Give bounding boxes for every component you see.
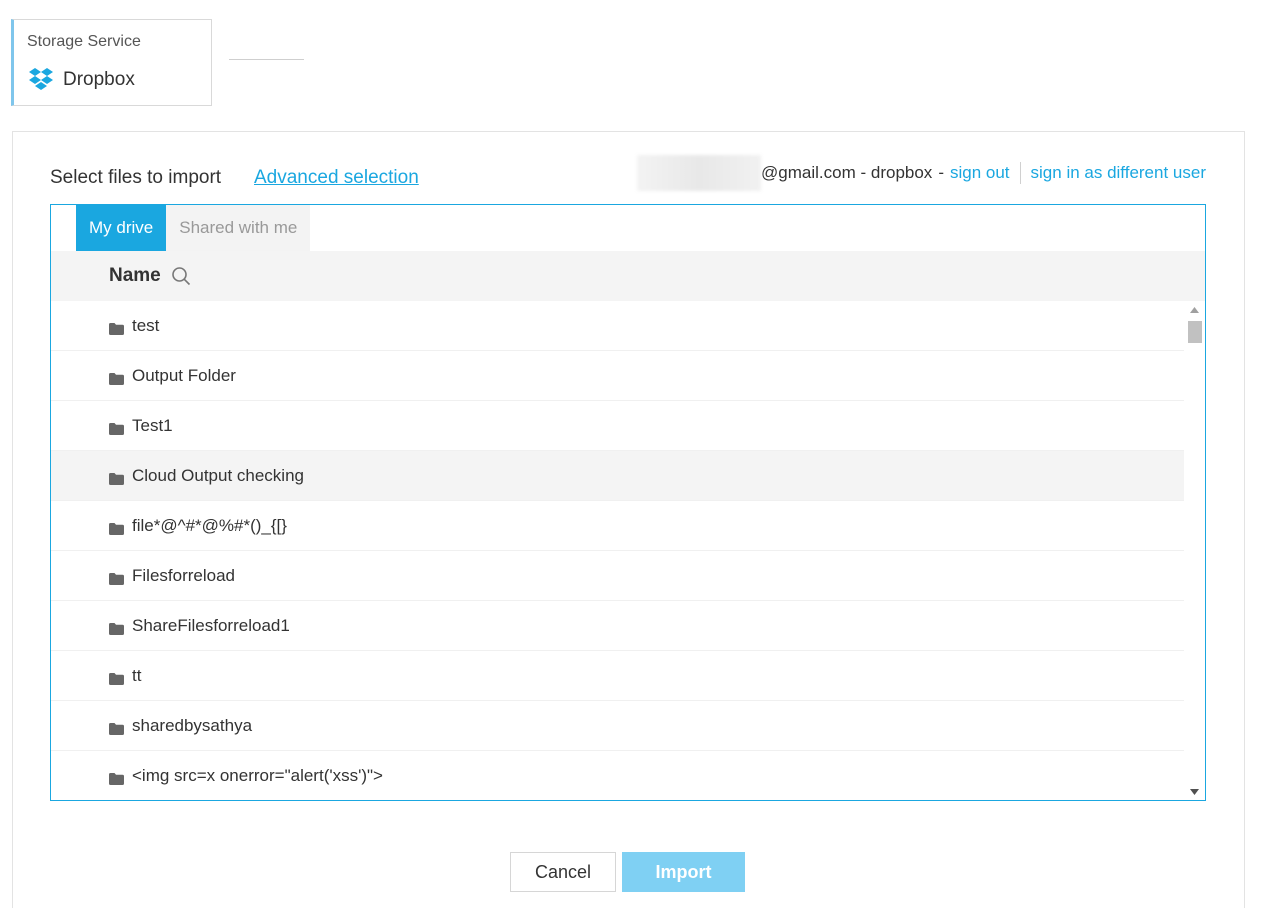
folder-row[interactable]: <img src=x onerror="alert('xss')">: [51, 751, 1184, 800]
account-info: @gmail.com - dropbox - sign out sign in …: [637, 155, 1206, 191]
tab-bar: My drive Shared with me: [76, 205, 311, 251]
folder-name: sharedbysathya: [132, 715, 253, 735]
folder-icon: [109, 370, 124, 385]
folder-icon: [109, 420, 124, 435]
divider-line: [229, 59, 304, 60]
folder-icon: [109, 520, 124, 535]
tab-shared-with-me[interactable]: Shared with me: [166, 205, 311, 251]
folder-icon: [109, 320, 124, 335]
scroll-up-arrow-icon[interactable]: [1184, 301, 1205, 319]
account-separator: -: [938, 163, 944, 182]
storage-service-value: Dropbox: [28, 67, 135, 93]
storage-service-label: Storage Service: [27, 33, 141, 50]
folder-row[interactable]: Test1: [51, 401, 1184, 451]
name-column-header[interactable]: Name: [109, 265, 161, 287]
sign-in-different-user-link[interactable]: sign in as different user: [1031, 163, 1206, 183]
cancel-button[interactable]: Cancel: [510, 852, 616, 892]
folder-icon: [109, 470, 124, 485]
folder-name: file*@^#*@%#*()_{[}: [132, 515, 287, 535]
dropbox-icon: [28, 67, 54, 93]
select-files-label: Select files to import: [50, 167, 222, 188]
folder-row[interactable]: ShareFilesforreload1: [51, 601, 1184, 651]
storage-service-card[interactable]: Storage Service Dropbox: [11, 19, 212, 106]
tab-my-drive[interactable]: My drive: [76, 205, 167, 251]
vertical-scrollbar[interactable]: [1184, 301, 1205, 800]
folder-icon: [109, 570, 124, 585]
import-button[interactable]: Import: [622, 852, 745, 892]
folder-name: Test1: [132, 415, 173, 435]
folder-row[interactable]: file*@^#*@%#*()_{[}: [51, 501, 1184, 551]
folder-name: Output Folder: [132, 365, 236, 385]
folder-row[interactable]: Output Folder: [51, 351, 1184, 401]
link-divider: [1019, 162, 1021, 184]
search-icon[interactable]: [171, 266, 191, 286]
column-header: Name: [51, 251, 1205, 301]
folder-name: Filesforreload: [132, 565, 235, 585]
folder-name: Cloud Output checking: [132, 465, 304, 485]
folder-name: tt: [132, 665, 142, 685]
email-redacted: [637, 155, 762, 191]
folder-icon: [109, 620, 124, 635]
folder-row[interactable]: sharedbysathya: [51, 701, 1184, 751]
scroll-down-arrow-icon[interactable]: [1184, 783, 1205, 800]
folder-row[interactable]: test: [51, 301, 1184, 351]
folder-name: test: [132, 315, 160, 335]
folder-name: <img src=x onerror="alert('xss')">: [132, 765, 383, 785]
folder-row[interactable]: Filesforreload: [51, 551, 1184, 601]
scrollbar-thumb[interactable]: [1188, 321, 1202, 343]
storage-service-name: Dropbox: [63, 69, 135, 90]
file-list: test Output Folder Test1 Cloud Output ch…: [51, 301, 1184, 800]
folder-row[interactable]: Cloud Output checking: [51, 451, 1184, 501]
advanced-selection-link[interactable]: Advanced selection: [254, 167, 419, 189]
folder-name: ShareFilesforreload1: [132, 615, 290, 635]
folder-row[interactable]: tt: [51, 651, 1184, 701]
folder-icon: [109, 720, 124, 735]
sign-out-link[interactable]: sign out: [950, 163, 1010, 183]
file-browser: My drive Shared with me Name test Output…: [50, 204, 1206, 801]
folder-icon: [109, 670, 124, 685]
email-domain: @gmail.com - dropbox: [761, 163, 933, 182]
folder-icon: [109, 770, 124, 785]
